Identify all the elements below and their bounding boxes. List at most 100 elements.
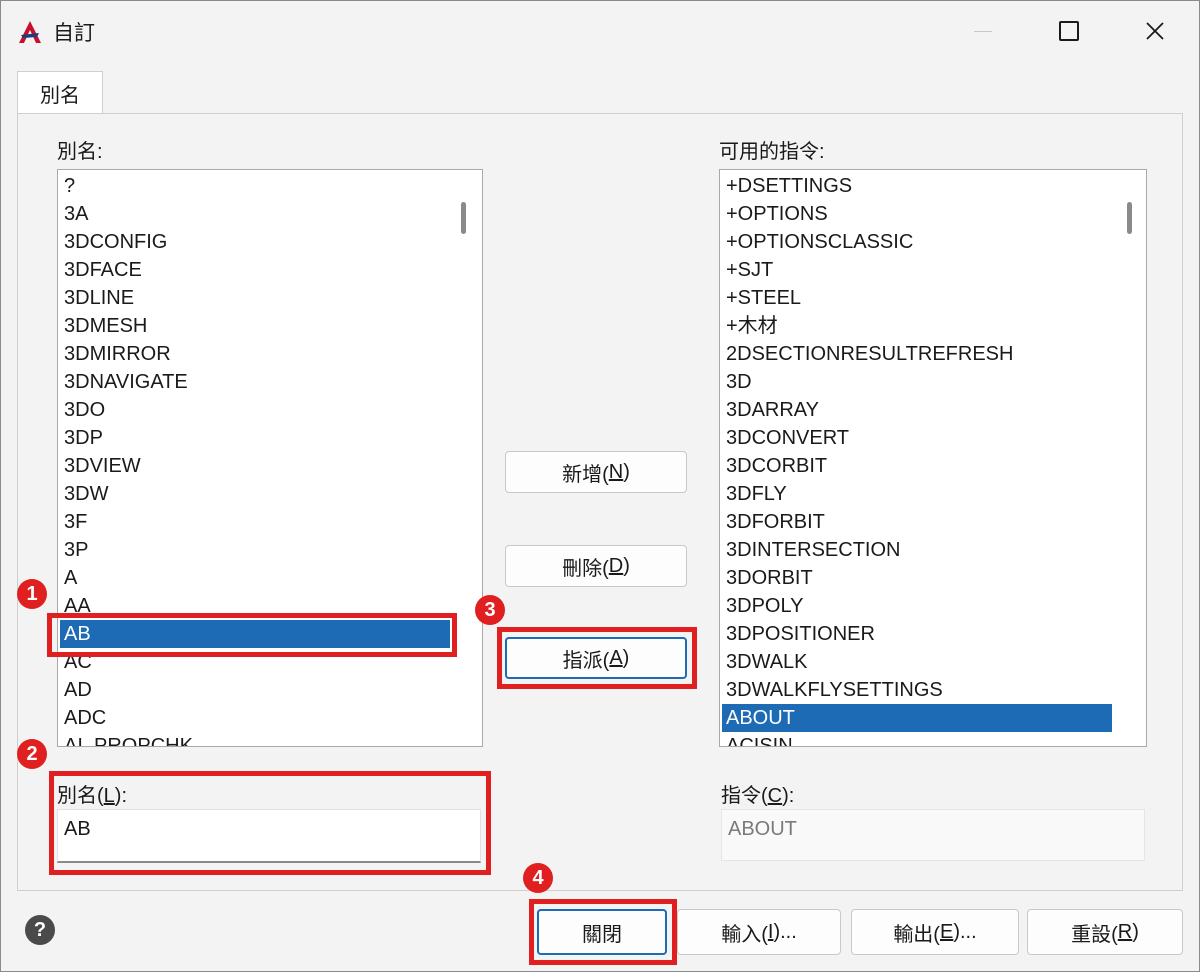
maximize-button[interactable]: [1039, 11, 1099, 51]
command-scrollbar[interactable]: [1116, 170, 1146, 746]
list-item[interactable]: +OPTIONSCLASSIC: [722, 228, 1112, 256]
list-item[interactable]: 3DFORBIT: [722, 508, 1112, 536]
delete-button-hotkey: D: [608, 554, 624, 577]
list-item[interactable]: ACISIN: [722, 732, 1112, 746]
step-badge-3: 3: [475, 595, 505, 625]
list-item[interactable]: 3P: [60, 536, 450, 564]
reset-button-label: 重設(: [1071, 923, 1118, 946]
assign-button-hotkey: A: [609, 646, 623, 669]
alias-field-label-end: ):: [114, 785, 128, 807]
command-list-items: +DSETTINGS +OPTIONS +OPTIONSCLASSIC +SJT +ST…: [722, 172, 1112, 746]
export-button-label: 輸出(: [893, 923, 940, 946]
list-item[interactable]: AD: [60, 676, 450, 704]
list-item[interactable]: 3DORBIT: [722, 564, 1112, 592]
alias-scrollbar[interactable]: [450, 170, 480, 746]
tab-alias[interactable]: 別名: [17, 71, 103, 115]
add-button-label-end: ): [623, 460, 630, 483]
list-item[interactable]: 3DPOLY: [722, 592, 1112, 620]
list-item[interactable]: 3DNAVIGATE: [60, 368, 450, 396]
list-item[interactable]: 3D: [722, 368, 1112, 396]
delete-button-label-end: ): [623, 554, 630, 577]
reset-button[interactable]: 重設(R): [1027, 909, 1183, 955]
list-item[interactable]: 3DFLY: [722, 480, 1112, 508]
list-item[interactable]: AI_PROPCHK: [60, 732, 450, 746]
import-button-label-end: )...: [773, 920, 797, 943]
reset-button-label-end: ): [1132, 920, 1139, 943]
list-item[interactable]: 2DSECTIONRESULTREFRESH: [722, 340, 1112, 368]
list-item[interactable]: 3DMIRROR: [60, 340, 450, 368]
customize-dialog: 自訂 別名 別名: ? 3A 3DCONFIG 3DFACE 3DLINE 3DMESH 3…: [0, 0, 1200, 972]
export-button-label-end: )...: [953, 920, 977, 943]
command-readonly-field: ABOUT: [721, 809, 1145, 861]
list-item[interactable]: 3DLINE: [60, 284, 450, 312]
alias-field-label: 別名(L):: [57, 779, 127, 808]
alias-listbox[interactable]: ? 3A 3DCONFIG 3DFACE 3DLINE 3DMESH 3DMIRROR 3DN…: [57, 169, 483, 747]
help-icon[interactable]: ?: [25, 915, 55, 945]
list-item[interactable]: 3DFACE: [60, 256, 450, 284]
command-field-hotkey: C: [767, 785, 783, 807]
reset-button-hotkey: R: [1117, 920, 1133, 943]
list-item[interactable]: 3DMESH: [60, 312, 450, 340]
import-button[interactable]: 輸入(I)...: [677, 909, 841, 955]
close-icon: [1146, 22, 1164, 40]
list-item[interactable]: 3DW: [60, 480, 450, 508]
title-bar[interactable]: 自訂: [1, 1, 1199, 61]
list-item[interactable]: 3DVIEW: [60, 452, 450, 480]
close-window-button[interactable]: [1125, 11, 1185, 51]
assign-button[interactable]: 指派(A): [505, 637, 687, 679]
list-item[interactable]: 3DCONFIG: [60, 228, 450, 256]
minimize-button[interactable]: [953, 11, 1013, 51]
list-item[interactable]: 3DP: [60, 424, 450, 452]
list-item[interactable]: 3A: [60, 200, 450, 228]
export-button-hotkey: E: [939, 920, 954, 943]
import-button-label: 輸入(: [721, 923, 768, 946]
minimize-icon: [974, 30, 992, 32]
alias-list-label: 別名:: [57, 141, 103, 163]
list-item[interactable]: 3DPOSITIONER: [722, 620, 1112, 648]
app-logo-icon: [19, 21, 41, 43]
list-item[interactable]: A: [60, 564, 450, 592]
export-button[interactable]: 輸出(E)...: [851, 909, 1019, 955]
alias-list-items: ? 3A 3DCONFIG 3DFACE 3DLINE 3DMESH 3DMIRROR 3DN…: [60, 172, 450, 746]
step-badge-2: 2: [17, 739, 47, 769]
assign-button-label: 指派(: [562, 649, 610, 672]
list-item[interactable]: +木材: [722, 312, 1112, 340]
list-item[interactable]: 3F: [60, 508, 450, 536]
list-item[interactable]: ADC: [60, 704, 450, 732]
command-field-label-text: 指令(: [721, 785, 768, 807]
delete-button[interactable]: 刪除(D): [505, 545, 687, 587]
command-scroll-thumb[interactable]: [1127, 202, 1132, 234]
command-field-label: 指令(C):: [721, 779, 794, 808]
step-badge-4: 4: [523, 863, 553, 893]
list-item[interactable]: 3DINTERSECTION: [722, 536, 1112, 564]
list-item[interactable]: AA: [60, 592, 450, 620]
list-item[interactable]: 3DCORBIT: [722, 452, 1112, 480]
alias-input[interactable]: AB: [57, 809, 481, 863]
list-item[interactable]: 3DO: [60, 396, 450, 424]
list-item[interactable]: +SJT: [722, 256, 1112, 284]
alias-field-label-text: 別名(: [57, 785, 104, 807]
list-item[interactable]: AC: [60, 648, 450, 676]
list-item[interactable]: 3DWALK: [722, 648, 1112, 676]
assign-button-label-end: ): [622, 646, 630, 669]
add-button-hotkey: N: [608, 460, 624, 483]
add-button[interactable]: 新增(N): [505, 451, 687, 493]
command-list-label: 可用的指令:: [719, 141, 825, 163]
list-item[interactable]: +DSETTINGS: [722, 172, 1112, 200]
delete-button-label: 刪除(: [562, 557, 609, 580]
list-item[interactable]: 3DARRAY: [722, 396, 1112, 424]
list-item[interactable]: +STEEL: [722, 284, 1112, 312]
list-item[interactable]: 3DCONVERT: [722, 424, 1112, 452]
list-item[interactable]: ABOUT: [722, 704, 1112, 732]
close-button[interactable]: 關閉: [537, 909, 667, 955]
list-item[interactable]: AB: [60, 620, 450, 648]
alias-scroll-thumb[interactable]: [461, 202, 466, 234]
step-badge-1: 1: [17, 579, 47, 609]
list-item[interactable]: ?: [60, 172, 450, 200]
list-item[interactable]: 3DWALKFLYSETTINGS: [722, 676, 1112, 704]
command-listbox[interactable]: +DSETTINGS +OPTIONS +OPTIONSCLASSIC +SJT +ST…: [719, 169, 1147, 747]
add-button-label: 新增(: [562, 463, 609, 486]
window-title: 自訂: [53, 22, 95, 45]
command-field-label-end: ):: [782, 785, 795, 807]
list-item[interactable]: +OPTIONS: [722, 200, 1112, 228]
